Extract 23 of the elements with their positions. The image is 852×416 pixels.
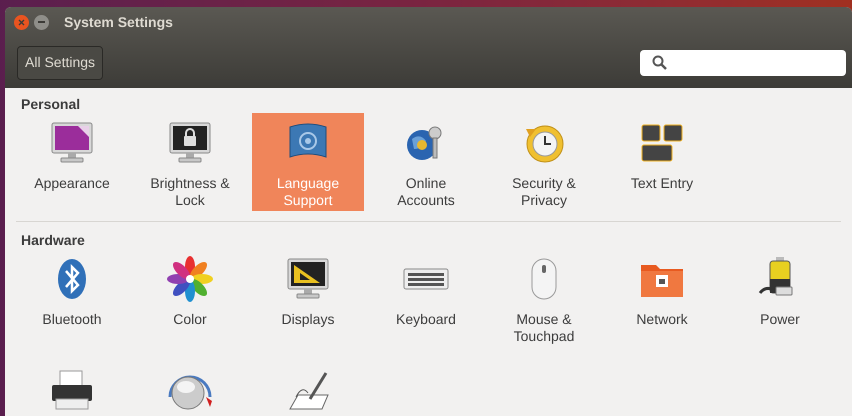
settings-item[interactable]: Network bbox=[606, 249, 718, 347]
search-icon bbox=[652, 54, 668, 70]
settings-item[interactable]: Text Entry bbox=[606, 113, 718, 211]
settings-item[interactable]: Mouse & Touchpad bbox=[488, 249, 600, 347]
close-button[interactable] bbox=[14, 14, 29, 30]
section-heading: Hardware bbox=[20, 232, 86, 248]
settings-item[interactable]: Online Accounts bbox=[370, 113, 482, 211]
minimize-icon bbox=[38, 21, 45, 23]
settings-item[interactable]: Bluetooth bbox=[16, 249, 128, 347]
close-icon bbox=[18, 18, 25, 26]
petals-icon bbox=[166, 255, 214, 303]
settings-item[interactable]: Color bbox=[134, 249, 246, 347]
settings-item[interactable]: Power bbox=[724, 249, 836, 347]
minimize-button[interactable] bbox=[34, 14, 49, 30]
settings-item[interactable]: Security & Privacy bbox=[488, 113, 600, 211]
window-title: System Settings bbox=[64, 12, 173, 32]
settings-item[interactable]: Displays bbox=[252, 249, 364, 347]
all-settings-button[interactable]: All Settings bbox=[17, 46, 104, 80]
settings-item[interactable]: Brightness & Lock bbox=[134, 113, 246, 211]
settings-item[interactable]: Appearance bbox=[16, 113, 128, 211]
search-field[interactable] bbox=[640, 50, 846, 76]
section-heading: Personal bbox=[20, 96, 82, 112]
settings-item[interactable]: Keyboard bbox=[370, 249, 482, 347]
